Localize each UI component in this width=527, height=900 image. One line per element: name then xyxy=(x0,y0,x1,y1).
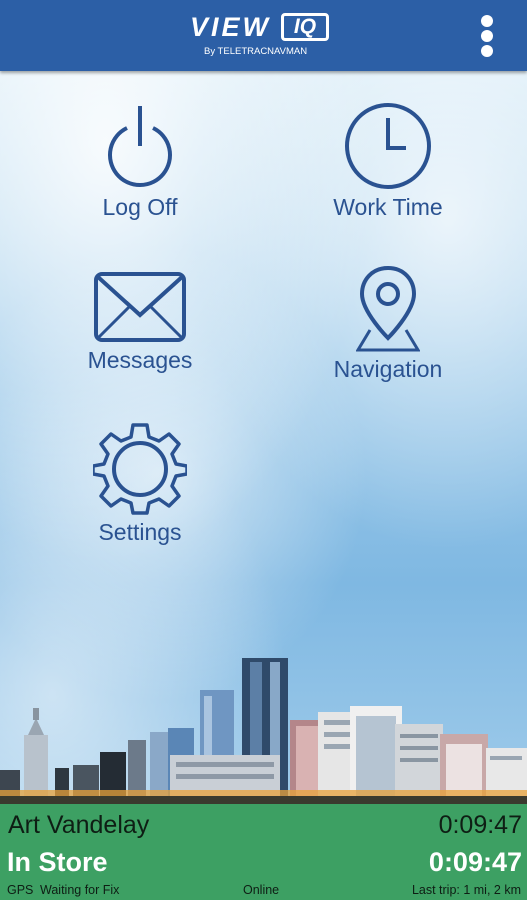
work-state: In Store xyxy=(7,847,108,877)
city-skyline-image xyxy=(0,658,527,804)
work-time-button[interactable]: Work Time xyxy=(288,102,488,252)
gear-icon xyxy=(93,423,187,515)
power-icon xyxy=(108,106,172,188)
viewiq-logo: VIEW IQ By TELETRACNAVMAN xyxy=(190,12,340,62)
navigation-button[interactable]: Navigation xyxy=(288,264,488,414)
messages-label: Messages xyxy=(87,347,193,373)
connection-status: Online xyxy=(243,883,280,897)
settings-label: Settings xyxy=(98,519,182,545)
log-off-button[interactable]: Log Off xyxy=(40,102,240,252)
last-trip: Last trip: 1 mi, 2 km xyxy=(411,883,521,897)
overflow-menu-icon[interactable] xyxy=(472,12,502,60)
work-time-label: Work Time xyxy=(333,194,443,220)
app-header: VIEW IQ By TELETRACNAVMAN xyxy=(0,0,527,71)
logo-word: VIEW xyxy=(190,12,272,42)
logo-subtitle: By TELETRACNAVMAN xyxy=(204,46,308,57)
state-timer: 0:09:47 xyxy=(428,847,522,877)
messages-button[interactable]: Messages xyxy=(40,271,240,421)
logo-iq: IQ xyxy=(281,13,329,41)
gps-label: GPS xyxy=(7,883,34,897)
driver-status-bar: Art Vandelay 0:09:47 In Store 0:09:47 GP… xyxy=(0,804,527,900)
driver-name: Art Vandelay xyxy=(8,811,150,839)
map-pin-icon xyxy=(356,265,420,352)
log-off-label: Log Off xyxy=(102,194,178,220)
gps-status: Waiting for Fix xyxy=(40,883,120,897)
settings-button[interactable]: Settings xyxy=(40,421,240,571)
clock-icon xyxy=(345,103,431,189)
navigation-label: Navigation xyxy=(333,356,443,382)
driver-timer: 0:09:47 xyxy=(438,811,522,839)
envelope-icon xyxy=(94,272,186,342)
